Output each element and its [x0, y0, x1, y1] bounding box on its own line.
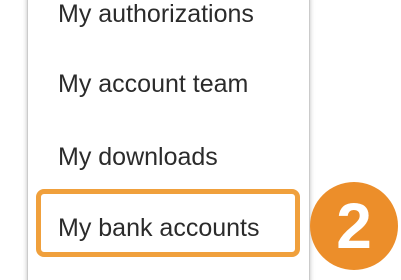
- menu-item-my-account-team[interactable]: My account team: [58, 72, 248, 97]
- menu-item-my-downloads[interactable]: My downloads: [58, 145, 218, 170]
- screenshot-stage: My authorizations My account team My dow…: [0, 0, 401, 280]
- menu-item-my-authorizations[interactable]: My authorizations: [58, 2, 254, 27]
- highlight-annotation-box: [36, 189, 300, 257]
- step-number-badge: 2: [310, 182, 398, 270]
